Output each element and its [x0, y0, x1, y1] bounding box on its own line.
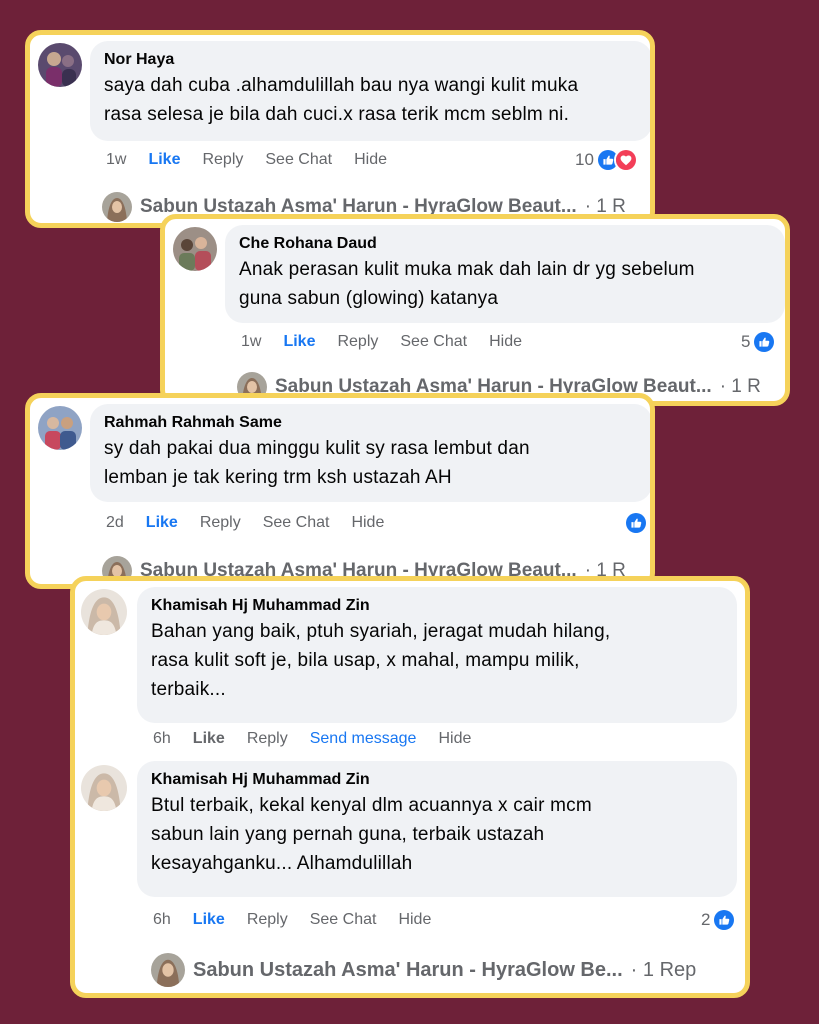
comment-text-line: guna sabun (glowing) katanya: [239, 288, 499, 309]
like-button[interactable]: Like: [148, 151, 180, 169]
commenter-name[interactable]: Rahmah Rahmah Same: [104, 412, 638, 434]
reaction-count: 5: [741, 332, 751, 351]
comment-text-line: terbaik...: [151, 679, 226, 700]
timestamp[interactable]: 2d: [106, 514, 124, 532]
avatar[interactable]: [81, 765, 127, 811]
comment-text-line: Bahan yang baik, ptuh syariah, jeragat m…: [151, 621, 611, 642]
reply-button[interactable]: Reply: [247, 911, 288, 929]
comment-text-line: sy dah pakai dua minggu kulit sy rasa le…: [104, 438, 530, 459]
comment-text-line: lemban je tak kering trm ksh ustazah AH: [104, 467, 452, 488]
reaction-summary[interactable]: 2: [701, 908, 737, 932]
page-reply-row[interactable]: Sabun Ustazah Asma' Harun - HyraGlow Be.…: [151, 953, 696, 987]
like-icon: [712, 908, 737, 932]
hide-button[interactable]: Hide: [438, 730, 471, 748]
see-chat-button[interactable]: See Chat: [265, 151, 332, 169]
comment-bubble: Rahmah Rahmah Same sy dah pakai dua ming…: [90, 404, 650, 502]
commenter-name[interactable]: Khamisah Hj Muhammad Zin: [151, 595, 723, 617]
comment-bubble: Khamisah Hj Muhammad Zin Bahan yang baik…: [137, 587, 737, 723]
comment-actions: 1w Like Reply See Chat Hide: [241, 333, 544, 351]
comment-card-1: Nor Haya saya dah cuba .alhamdulillah ba…: [25, 30, 655, 228]
hide-button[interactable]: Hide: [398, 911, 431, 929]
comment-text-line: sabun lain yang pernah guna, terbaik ust…: [151, 824, 545, 845]
reply-button[interactable]: Reply: [247, 730, 288, 748]
comment-bubble: Che Rohana Daud Anak perasan kulit muka …: [225, 225, 785, 323]
reply-button[interactable]: Reply: [200, 514, 241, 532]
comment-card-2: Che Rohana Daud Anak perasan kulit muka …: [160, 214, 790, 406]
page-name: Sabun Ustazah Asma' Harun - HyraGlow Be.…: [193, 958, 623, 981]
like-button[interactable]: Like: [193, 911, 225, 929]
comment-text-line: saya dah cuba .alhamdulillah bau nya wan…: [104, 75, 579, 96]
comment-text-line: rasa selesa je bila dah cuci.x rasa teri…: [104, 104, 570, 125]
comment-actions: 1w Like Reply See Chat Hide: [106, 151, 409, 169]
like-icon: [752, 330, 777, 354]
avatar[interactable]: [81, 589, 127, 635]
timestamp[interactable]: 1w: [241, 333, 261, 351]
see-chat-button[interactable]: See Chat: [400, 333, 467, 351]
timestamp[interactable]: 1w: [106, 151, 126, 169]
love-icon: [613, 148, 638, 172]
comment-actions: 2d Like Reply See Chat Hide: [106, 514, 406, 532]
commenter-name[interactable]: Nor Haya: [104, 49, 638, 71]
comment-text-line: Btul terbaik, kekal kenyal dlm acuannya …: [151, 795, 592, 816]
reaction-count: 10: [575, 150, 594, 169]
send-message-button[interactable]: Send message: [310, 730, 417, 748]
avatar[interactable]: [38, 406, 82, 450]
comment-text-line: kesayahganku... Alhamdulillah: [151, 853, 413, 874]
comment-actions: 6h Like Reply See Chat Hide: [153, 911, 453, 929]
reaction-summary[interactable]: 5: [741, 330, 777, 354]
avatar[interactable]: [38, 43, 82, 87]
like-icon: [624, 511, 648, 535]
comment-bubble: Nor Haya saya dah cuba .alhamdulillah ba…: [90, 41, 650, 141]
comment-card-3: Rahmah Rahmah Same sy dah pakai dua ming…: [25, 393, 655, 589]
page-avatar: [151, 953, 185, 987]
see-chat-button[interactable]: See Chat: [310, 911, 377, 929]
like-button[interactable]: Like: [193, 730, 225, 748]
like-button[interactable]: Like: [283, 333, 315, 351]
hide-button[interactable]: Hide: [351, 514, 384, 532]
commenter-name[interactable]: Khamisah Hj Muhammad Zin: [151, 769, 723, 791]
timestamp[interactable]: 6h: [153, 730, 171, 748]
comment-actions: 6h Like Reply Send message Hide: [153, 730, 493, 748]
hide-button[interactable]: Hide: [489, 333, 522, 351]
comment-text-line: rasa kulit soft je, bila usap, x mahal, …: [151, 650, 580, 671]
timestamp[interactable]: 6h: [153, 911, 171, 929]
avatar[interactable]: [173, 227, 217, 271]
reaction-count: 2: [701, 910, 711, 929]
reaction-summary[interactable]: [622, 511, 648, 535]
reply-button[interactable]: Reply: [337, 333, 378, 351]
like-button[interactable]: Like: [146, 514, 178, 532]
reply-button[interactable]: Reply: [202, 151, 243, 169]
see-chat-button[interactable]: See Chat: [263, 514, 330, 532]
reply-count: · 1 Rep: [630, 958, 697, 981]
page-avatar: [102, 192, 132, 222]
comment-bubble: Khamisah Hj Muhammad Zin Btul terbaik, k…: [137, 761, 737, 897]
reaction-summary[interactable]: 10: [575, 148, 638, 172]
reply-count: · 1 R: [719, 376, 761, 397]
comment-text-line: Anak perasan kulit muka mak dah lain dr …: [239, 259, 695, 280]
comment-card-4: Khamisah Hj Muhammad Zin Bahan yang baik…: [70, 576, 750, 998]
hide-button[interactable]: Hide: [354, 151, 387, 169]
commenter-name[interactable]: Che Rohana Daud: [239, 233, 771, 255]
